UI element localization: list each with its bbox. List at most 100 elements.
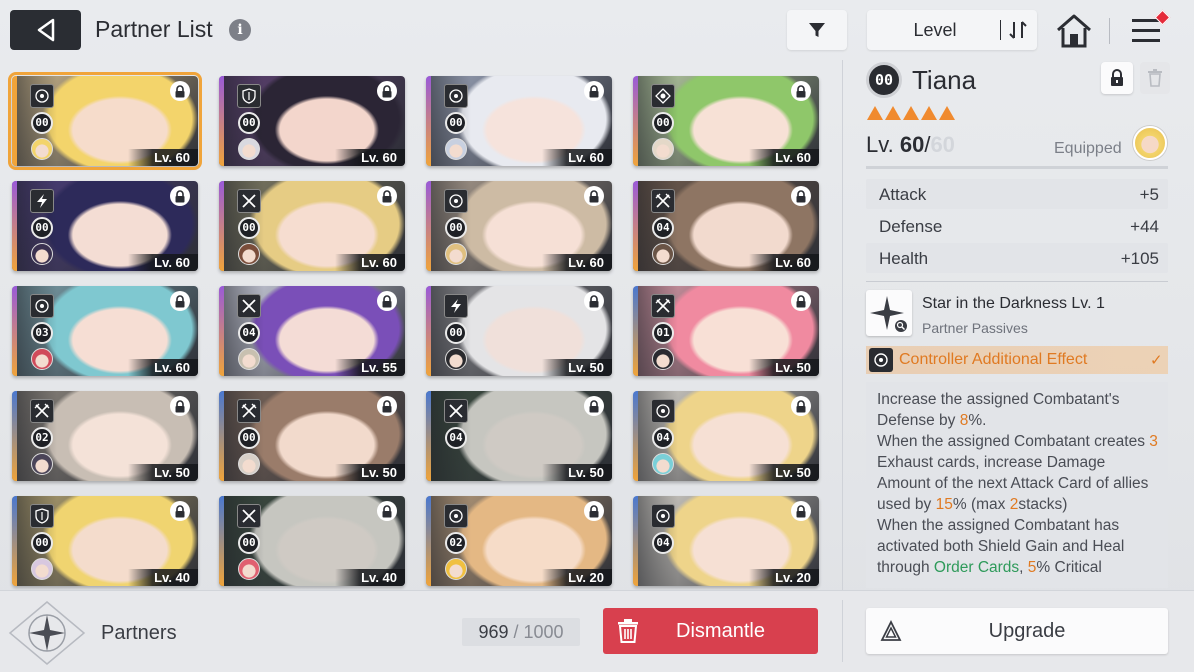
partner-card[interactable]: 00 Lv. 40 <box>12 496 198 586</box>
stat-row-attack: Attack +5 <box>866 179 1168 209</box>
lock-icon[interactable] <box>584 81 604 101</box>
equipped-combatant-avatar[interactable] <box>1133 126 1167 160</box>
card-rank-badge: 03 <box>31 322 53 344</box>
effect-description[interactable]: Increase the assigned Combatant's Defens… <box>866 382 1168 588</box>
equipped-combatant-avatar <box>238 138 260 160</box>
lock-icon[interactable] <box>584 291 604 311</box>
partner-card[interactable]: 00 Lv. 60 <box>426 76 612 166</box>
detail-rank-badge: 00 <box>866 62 902 98</box>
card-level: Lv. 60 <box>542 254 612 271</box>
equipped-combatant-avatar <box>31 453 53 475</box>
equipped-combatant-avatar <box>652 138 674 160</box>
sort-dropdown[interactable]: Level <box>867 10 1037 50</box>
card-rank-badge: 00 <box>31 217 53 239</box>
partner-card[interactable]: 00 Lv. 60 <box>219 76 405 166</box>
partner-card[interactable]: 02 Lv. 50 <box>12 391 198 481</box>
panel-divider <box>842 60 843 590</box>
card-rank-badge: 00 <box>652 112 674 134</box>
partner-card[interactable]: 03 Lv. 60 <box>12 286 198 376</box>
card-rank-badge: 00 <box>31 532 53 554</box>
lock-icon[interactable] <box>170 396 190 416</box>
stats-underline <box>866 281 1168 282</box>
diamond-target-icon <box>651 84 675 108</box>
card-rank-badge: 01 <box>652 322 674 344</box>
star-burst-icon <box>870 296 907 332</box>
card-rank-badge: 00 <box>445 322 467 344</box>
partner-card[interactable]: 01 Lv. 50 <box>633 286 819 376</box>
equipped-combatant-avatar <box>445 348 467 370</box>
controller-effect-label: Controller Additional Effect <box>899 351 1088 368</box>
desc-text: Increase the assigned Combatant's Defens… <box>877 391 1120 429</box>
equipped-combatant-avatar <box>31 558 53 580</box>
sort-order-icon[interactable] <box>1007 20 1029 40</box>
lock-icon[interactable] <box>377 291 397 311</box>
equipped-combatant-avatar <box>652 243 674 265</box>
passive-skill-icon[interactable] <box>866 290 912 336</box>
lock-icon[interactable] <box>377 396 397 416</box>
card-level: Lv. 60 <box>335 149 405 166</box>
dismantle-label: Dismantle <box>676 620 765 642</box>
card-level: Lv. 60 <box>128 254 198 271</box>
sort-divider <box>1000 20 1001 40</box>
bolt-icon <box>30 189 54 213</box>
partner-card[interactable]: 04 Lv. 50 <box>633 391 819 481</box>
equipped-combatant-avatar <box>238 453 260 475</box>
equipped-combatant-avatar <box>445 558 467 580</box>
partner-card[interactable]: 04 Lv. 50 <box>426 391 612 481</box>
equipped-label: Equipped <box>1054 140 1122 157</box>
lock-icon[interactable] <box>377 81 397 101</box>
card-level: Lv. 60 <box>749 149 819 166</box>
card-rank-badge: 00 <box>238 217 260 239</box>
partner-card[interactable]: 00 Lv. 60 <box>8 72 202 170</box>
swords-icon <box>237 504 261 528</box>
partner-card[interactable]: 04 Lv. 60 <box>633 181 819 271</box>
lock-icon[interactable] <box>791 396 811 416</box>
footer-divider <box>842 600 843 662</box>
stat-name: Defense <box>879 217 943 236</box>
desc-value: 3 <box>1149 433 1158 450</box>
partner-card[interactable]: 00 Lv. 60 <box>426 181 612 271</box>
card-rank-badge: 04 <box>652 217 674 239</box>
sort-label: Level <box>913 20 957 40</box>
lock-icon[interactable] <box>377 501 397 521</box>
partner-card[interactable]: 00 Lv. 60 <box>12 181 198 271</box>
passive-name: Star in the Darkness Lv. 1 <box>922 295 1105 312</box>
lock-icon[interactable] <box>584 501 604 521</box>
partner-card[interactable]: 00 Lv. 40 <box>219 496 405 586</box>
card-rank-badge: 00 <box>31 112 53 134</box>
trash-icon <box>1148 69 1162 87</box>
star-icon <box>885 106 901 120</box>
lock-icon[interactable] <box>170 501 190 521</box>
lock-icon[interactable] <box>377 186 397 206</box>
desc-text: , <box>1019 559 1028 576</box>
equipped-combatant-avatar <box>445 243 467 265</box>
lock-icon[interactable] <box>584 186 604 206</box>
partner-card[interactable]: 02 Lv. 20 <box>426 496 612 586</box>
lock-icon[interactable] <box>791 81 811 101</box>
card-rank-badge: 00 <box>238 532 260 554</box>
partner-card[interactable]: 04 Lv. 55 <box>219 286 405 376</box>
dismantle-button[interactable]: Dismantle <box>603 608 818 654</box>
partner-capacity: 969 / 1000 <box>462 618 580 646</box>
equipped-combatant-avatar <box>31 243 53 265</box>
trash-button[interactable] <box>1140 62 1170 94</box>
upgrade-button[interactable]: Upgrade <box>866 608 1168 654</box>
lock-icon[interactable] <box>170 81 190 101</box>
partner-card[interactable]: 04 Lv. 20 <box>633 496 819 586</box>
partner-name: Tiana <box>912 65 977 95</box>
lock-icon[interactable] <box>791 501 811 521</box>
partner-card[interactable]: 00 Lv. 50 <box>219 391 405 481</box>
home-icon[interactable] <box>1054 12 1094 50</box>
lock-icon[interactable] <box>170 186 190 206</box>
lock-icon[interactable] <box>170 291 190 311</box>
partner-card[interactable]: 00 Lv. 60 <box>633 76 819 166</box>
star-icon <box>921 106 937 120</box>
lock-icon[interactable] <box>584 396 604 416</box>
swords-icon <box>237 294 261 318</box>
partner-card[interactable]: 00 Lv. 60 <box>219 181 405 271</box>
lock-icon <box>1111 69 1123 86</box>
partner-card[interactable]: 00 Lv. 50 <box>426 286 612 376</box>
lock-icon[interactable] <box>791 186 811 206</box>
lock-button[interactable] <box>1101 62 1133 94</box>
lock-icon[interactable] <box>791 291 811 311</box>
